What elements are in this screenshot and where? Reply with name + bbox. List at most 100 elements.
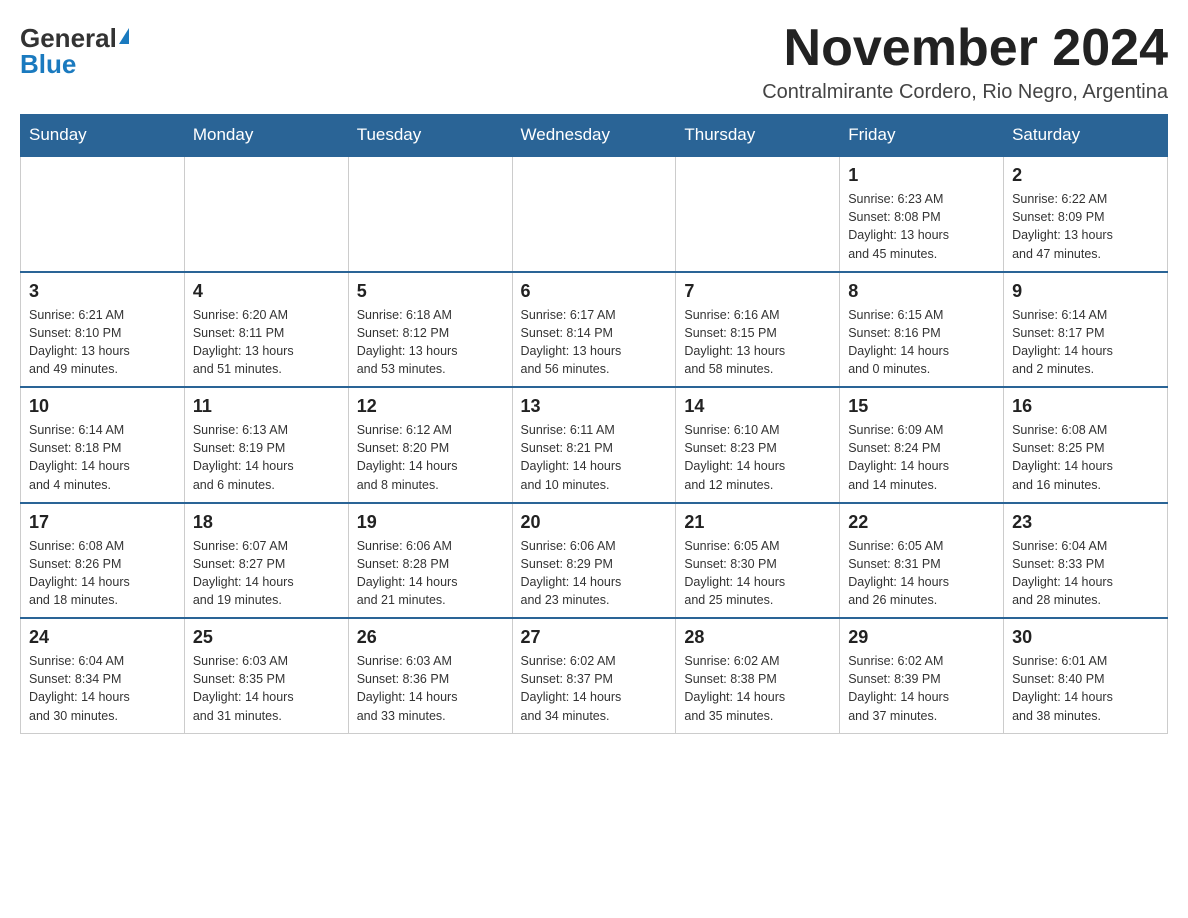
calendar-cell	[512, 156, 676, 272]
calendar-cell: 2 Sunrise: 6:22 AM Sunset: 8:09 PM Daylig…	[1004, 156, 1168, 272]
day-info: Sunrise: 6:13 AM Sunset: 8:19 PM Dayligh…	[193, 421, 340, 494]
logo-triangle-icon	[119, 28, 129, 44]
calendar-cell: 21Sunrise: 6:05 AM Sunset: 8:30 PM Dayli…	[676, 503, 840, 619]
calendar-cell: 15Sunrise: 6:09 AM Sunset: 8:24 PM Dayli…	[840, 387, 1004, 503]
logo-blue-text: Blue	[20, 51, 76, 77]
calendar-cell: 19 Sunrise: 6:06 AM Sunset: 8:28 PM Dayli…	[348, 503, 512, 619]
day-number: 22	[848, 512, 995, 533]
day-number: 28	[684, 627, 831, 648]
calendar-cell: 27 Sunrise: 6:02 AM Sunset: 8:37 PM Dayli…	[512, 618, 676, 733]
day-number: 4	[193, 281, 340, 302]
calendar-cell: 3 Sunrise: 6:21 AM Sunset: 8:10 PM Daylig…	[21, 272, 185, 388]
column-header-friday: Friday	[840, 115, 1004, 157]
calendar-cell: 7 Sunrise: 6:16 AM Sunset: 8:15 PM Daylig…	[676, 272, 840, 388]
column-header-thursday: Thursday	[676, 115, 840, 157]
day-info: Sunrise: 6:04 AM Sunset: 8:33 PM Dayligh…	[1012, 537, 1159, 610]
calendar-cell: 5Sunrise: 6:18 AM Sunset: 8:12 PM Daylig…	[348, 272, 512, 388]
week-row-2: 3 Sunrise: 6:21 AM Sunset: 8:10 PM Daylig…	[21, 272, 1168, 388]
week-row-5: 24 Sunrise: 6:04 AM Sunset: 8:34 PM Dayli…	[21, 618, 1168, 733]
calendar-cell: 16 Sunrise: 6:08 AM Sunset: 8:25 PM Dayli…	[1004, 387, 1168, 503]
calendar-cell	[348, 156, 512, 272]
day-number: 12	[357, 396, 504, 417]
day-info: Sunrise: 6:11 AM Sunset: 8:21 PM Dayligh…	[521, 421, 668, 494]
day-number: 29	[848, 627, 995, 648]
day-info: Sunrise: 6:20 AM Sunset: 8:11 PM Dayligh…	[193, 306, 340, 379]
day-number: 6	[521, 281, 668, 302]
day-number: 23	[1012, 512, 1159, 533]
calendar-cell: 9 Sunrise: 6:14 AM Sunset: 8:17 PM Daylig…	[1004, 272, 1168, 388]
calendar-cell: 29 Sunrise: 6:02 AM Sunset: 8:39 PM Dayli…	[840, 618, 1004, 733]
calendar-cell: 22 Sunrise: 6:05 AM Sunset: 8:31 PM Dayli…	[840, 503, 1004, 619]
day-info: Sunrise: 6:08 AM Sunset: 8:26 PM Dayligh…	[29, 537, 176, 610]
day-info: Sunrise: 6:22 AM Sunset: 8:09 PM Dayligh…	[1012, 190, 1159, 263]
calendar-cell: 1 Sunrise: 6:23 AM Sunset: 8:08 PM Daylig…	[840, 156, 1004, 272]
day-info: Sunrise: 6:01 AM Sunset: 8:40 PM Dayligh…	[1012, 652, 1159, 725]
day-info: Sunrise: 6:08 AM Sunset: 8:25 PM Dayligh…	[1012, 421, 1159, 494]
logo-general-text: General	[20, 25, 117, 51]
day-number: 17	[29, 512, 176, 533]
title-area: November 2024 Contralmirante Cordero, Ri…	[762, 20, 1168, 104]
logo: General Blue	[20, 20, 129, 77]
day-info: Sunrise: 6:05 AM Sunset: 8:31 PM Dayligh…	[848, 537, 995, 610]
day-info: Sunrise: 6:06 AM Sunset: 8:28 PM Dayligh…	[357, 537, 504, 610]
day-number: 3	[29, 281, 176, 302]
calendar-cell: 30 Sunrise: 6:01 AM Sunset: 8:40 PM Dayli…	[1004, 618, 1168, 733]
calendar-cell: 20 Sunrise: 6:06 AM Sunset: 8:29 PM Dayli…	[512, 503, 676, 619]
day-number: 21	[684, 512, 831, 533]
day-info: Sunrise: 6:02 AM Sunset: 8:39 PM Dayligh…	[848, 652, 995, 725]
day-info: Sunrise: 6:12 AM Sunset: 8:20 PM Dayligh…	[357, 421, 504, 494]
day-info: Sunrise: 6:10 AM Sunset: 8:23 PM Dayligh…	[684, 421, 831, 494]
day-info: Sunrise: 6:15 AM Sunset: 8:16 PM Dayligh…	[848, 306, 995, 379]
day-number: 9	[1012, 281, 1159, 302]
calendar-cell: 23 Sunrise: 6:04 AM Sunset: 8:33 PM Dayli…	[1004, 503, 1168, 619]
day-number: 10	[29, 396, 176, 417]
calendar-cell: 26Sunrise: 6:03 AM Sunset: 8:36 PM Dayli…	[348, 618, 512, 733]
day-number: 30	[1012, 627, 1159, 648]
week-row-4: 17 Sunrise: 6:08 AM Sunset: 8:26 PM Dayli…	[21, 503, 1168, 619]
calendar-cell: 10 Sunrise: 6:14 AM Sunset: 8:18 PM Dayli…	[21, 387, 185, 503]
day-number: 27	[521, 627, 668, 648]
day-number: 19	[357, 512, 504, 533]
day-info: Sunrise: 6:04 AM Sunset: 8:34 PM Dayligh…	[29, 652, 176, 725]
day-number: 16	[1012, 396, 1159, 417]
column-header-wednesday: Wednesday	[512, 115, 676, 157]
column-header-saturday: Saturday	[1004, 115, 1168, 157]
day-number: 7	[684, 281, 831, 302]
page-header: General Blue November 2024 Contralmirant…	[20, 20, 1168, 104]
day-info: Sunrise: 6:17 AM Sunset: 8:14 PM Dayligh…	[521, 306, 668, 379]
day-info: Sunrise: 6:23 AM Sunset: 8:08 PM Dayligh…	[848, 190, 995, 263]
calendar-header-row: SundayMondayTuesdayWednesdayThursdayFrid…	[21, 115, 1168, 157]
day-info: Sunrise: 6:02 AM Sunset: 8:37 PM Dayligh…	[521, 652, 668, 725]
calendar-cell: 11Sunrise: 6:13 AM Sunset: 8:19 PM Dayli…	[184, 387, 348, 503]
day-number: 5	[357, 281, 504, 302]
day-info: Sunrise: 6:07 AM Sunset: 8:27 PM Dayligh…	[193, 537, 340, 610]
calendar-cell: 6 Sunrise: 6:17 AM Sunset: 8:14 PM Daylig…	[512, 272, 676, 388]
calendar-cell: 13 Sunrise: 6:11 AM Sunset: 8:21 PM Dayli…	[512, 387, 676, 503]
column-header-sunday: Sunday	[21, 115, 185, 157]
day-number: 14	[684, 396, 831, 417]
day-number: 13	[521, 396, 668, 417]
week-row-3: 10 Sunrise: 6:14 AM Sunset: 8:18 PM Dayli…	[21, 387, 1168, 503]
column-header-tuesday: Tuesday	[348, 115, 512, 157]
month-title: November 2024	[762, 20, 1168, 77]
day-info: Sunrise: 6:16 AM Sunset: 8:15 PM Dayligh…	[684, 306, 831, 379]
day-number: 18	[193, 512, 340, 533]
day-info: Sunrise: 6:14 AM Sunset: 8:17 PM Dayligh…	[1012, 306, 1159, 379]
week-row-1: 1 Sunrise: 6:23 AM Sunset: 8:08 PM Daylig…	[21, 156, 1168, 272]
calendar-cell: 28Sunrise: 6:02 AM Sunset: 8:38 PM Dayli…	[676, 618, 840, 733]
day-number: 20	[521, 512, 668, 533]
calendar-cell	[21, 156, 185, 272]
calendar-cell	[184, 156, 348, 272]
calendar-cell: 24 Sunrise: 6:04 AM Sunset: 8:34 PM Dayli…	[21, 618, 185, 733]
day-info: Sunrise: 6:03 AM Sunset: 8:36 PM Dayligh…	[357, 652, 504, 725]
day-number: 24	[29, 627, 176, 648]
calendar-cell: 4 Sunrise: 6:20 AM Sunset: 8:11 PM Daylig…	[184, 272, 348, 388]
calendar-table: SundayMondayTuesdayWednesdayThursdayFrid…	[20, 114, 1168, 734]
day-info: Sunrise: 6:14 AM Sunset: 8:18 PM Dayligh…	[29, 421, 176, 494]
location-title: Contralmirante Cordero, Rio Negro, Argen…	[762, 81, 1168, 104]
day-number: 1	[848, 165, 995, 186]
day-number: 2	[1012, 165, 1159, 186]
day-info: Sunrise: 6:21 AM Sunset: 8:10 PM Dayligh…	[29, 306, 176, 379]
day-info: Sunrise: 6:06 AM Sunset: 8:29 PM Dayligh…	[521, 537, 668, 610]
calendar-cell: 25Sunrise: 6:03 AM Sunset: 8:35 PM Dayli…	[184, 618, 348, 733]
